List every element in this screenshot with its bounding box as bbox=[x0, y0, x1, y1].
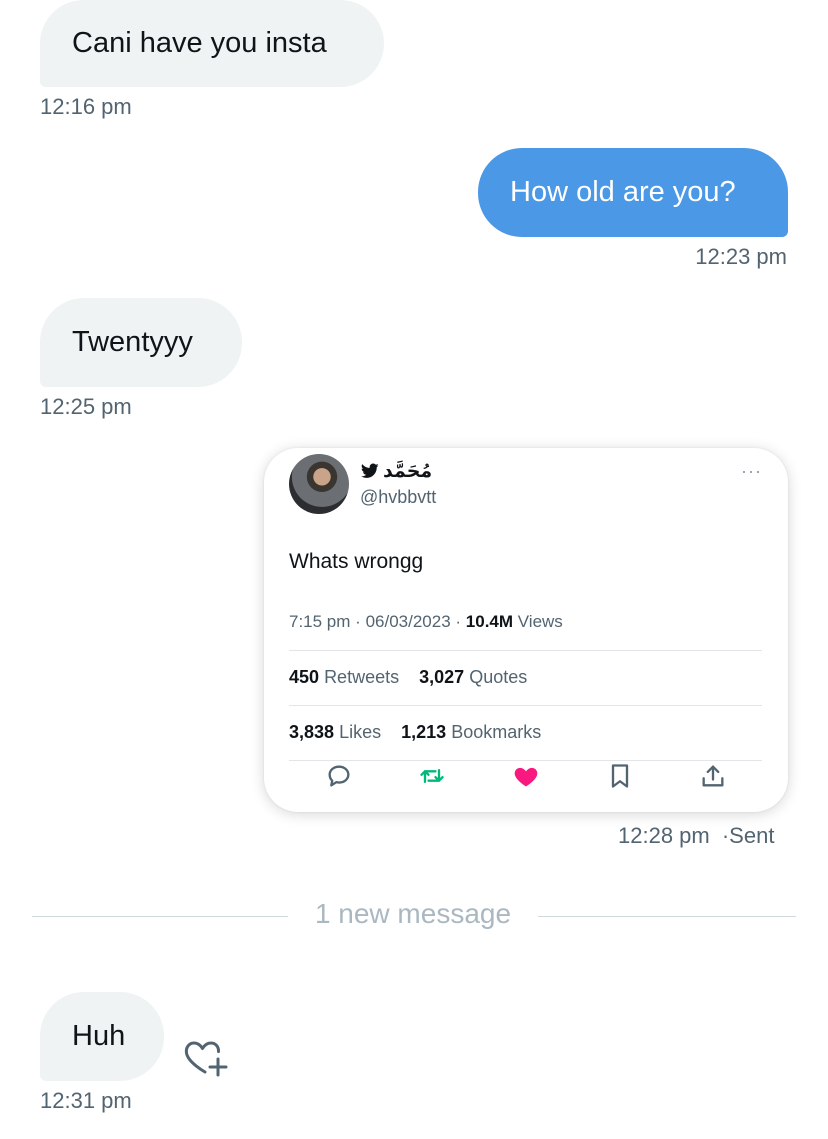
add-reaction-icon[interactable] bbox=[182, 1038, 228, 1078]
divider bbox=[289, 760, 762, 761]
likes-count: 3,838 bbox=[289, 722, 335, 742]
tweet-time: 7:15 pm bbox=[289, 612, 351, 631]
likes-bookmarks-stats: 3,838 Likes 1,213 Bookmarks bbox=[289, 722, 541, 743]
reply-icon[interactable] bbox=[325, 762, 353, 790]
shared-tweet-card[interactable]: مُحَمَّد @hvbbvtt ··· Whats wrongg 7:15 … bbox=[264, 448, 788, 812]
message-bubble-incoming[interactable]: Huh bbox=[40, 992, 164, 1081]
message-timestamp: 12:25 pm bbox=[40, 394, 132, 419]
message-bubble-incoming[interactable]: Cani have you insta bbox=[40, 0, 384, 87]
message-bubble-incoming[interactable]: Twentyyy bbox=[40, 298, 242, 387]
retweet-icon[interactable] bbox=[418, 762, 446, 790]
quotes-count: 3,027 bbox=[419, 667, 465, 687]
views-label: Views bbox=[517, 612, 563, 631]
divider bbox=[289, 705, 762, 706]
display-name-text: مُحَمَّد bbox=[383, 460, 433, 482]
message-text: Twentyyy bbox=[72, 326, 193, 358]
quotes-label[interactable]: Quotes bbox=[469, 667, 527, 687]
like-icon[interactable] bbox=[512, 762, 540, 790]
tweet-meta: 7:15 pm · 06/03/2023 · 10.4M Views bbox=[289, 612, 563, 631]
bookmarks-count: 1,213 bbox=[401, 722, 447, 742]
sent-label: ·Sent bbox=[721, 823, 775, 848]
tweet-author-handle[interactable]: @hvbbvtt bbox=[360, 487, 436, 508]
message-timestamp: 12:23 pm bbox=[695, 244, 787, 269]
divider bbox=[32, 916, 288, 917]
bookmarks-label[interactable]: Bookmarks bbox=[451, 722, 541, 742]
retweet-quote-stats: 450 Retweets 3,027 Quotes bbox=[289, 667, 527, 688]
retweets-label[interactable]: Retweets bbox=[324, 667, 399, 687]
message-timestamp: 12:16 pm bbox=[40, 94, 132, 119]
message-text: Huh bbox=[72, 1020, 126, 1052]
twitter-bird-icon bbox=[361, 463, 379, 478]
message-timestamp: 12:28 pm bbox=[618, 823, 710, 848]
tweet-date: 06/03/2023 bbox=[365, 612, 451, 631]
tweet-sent-status: 12:28 pm ·Sent bbox=[618, 823, 774, 849]
new-message-divider: 1 new message bbox=[314, 898, 512, 929]
tweet-author-name[interactable]: مُحَمَّد bbox=[361, 460, 432, 482]
bookmark-icon[interactable] bbox=[606, 762, 634, 790]
views-count: 10.4M bbox=[465, 612, 514, 631]
retweets-count: 450 bbox=[289, 667, 320, 687]
message-text: Cani have you insta bbox=[72, 27, 327, 59]
share-icon[interactable] bbox=[699, 762, 727, 790]
divider bbox=[538, 916, 796, 917]
message-text: How old are you? bbox=[510, 176, 736, 208]
likes-label[interactable]: Likes bbox=[339, 722, 381, 742]
more-icon[interactable]: ··· bbox=[741, 462, 762, 480]
tweet-text: Whats wrongg bbox=[289, 550, 424, 573]
message-bubble-outgoing[interactable]: How old are you? bbox=[478, 148, 788, 237]
divider bbox=[289, 650, 762, 651]
message-timestamp: 12:31 pm bbox=[40, 1088, 132, 1113]
avatar[interactable] bbox=[289, 454, 349, 514]
